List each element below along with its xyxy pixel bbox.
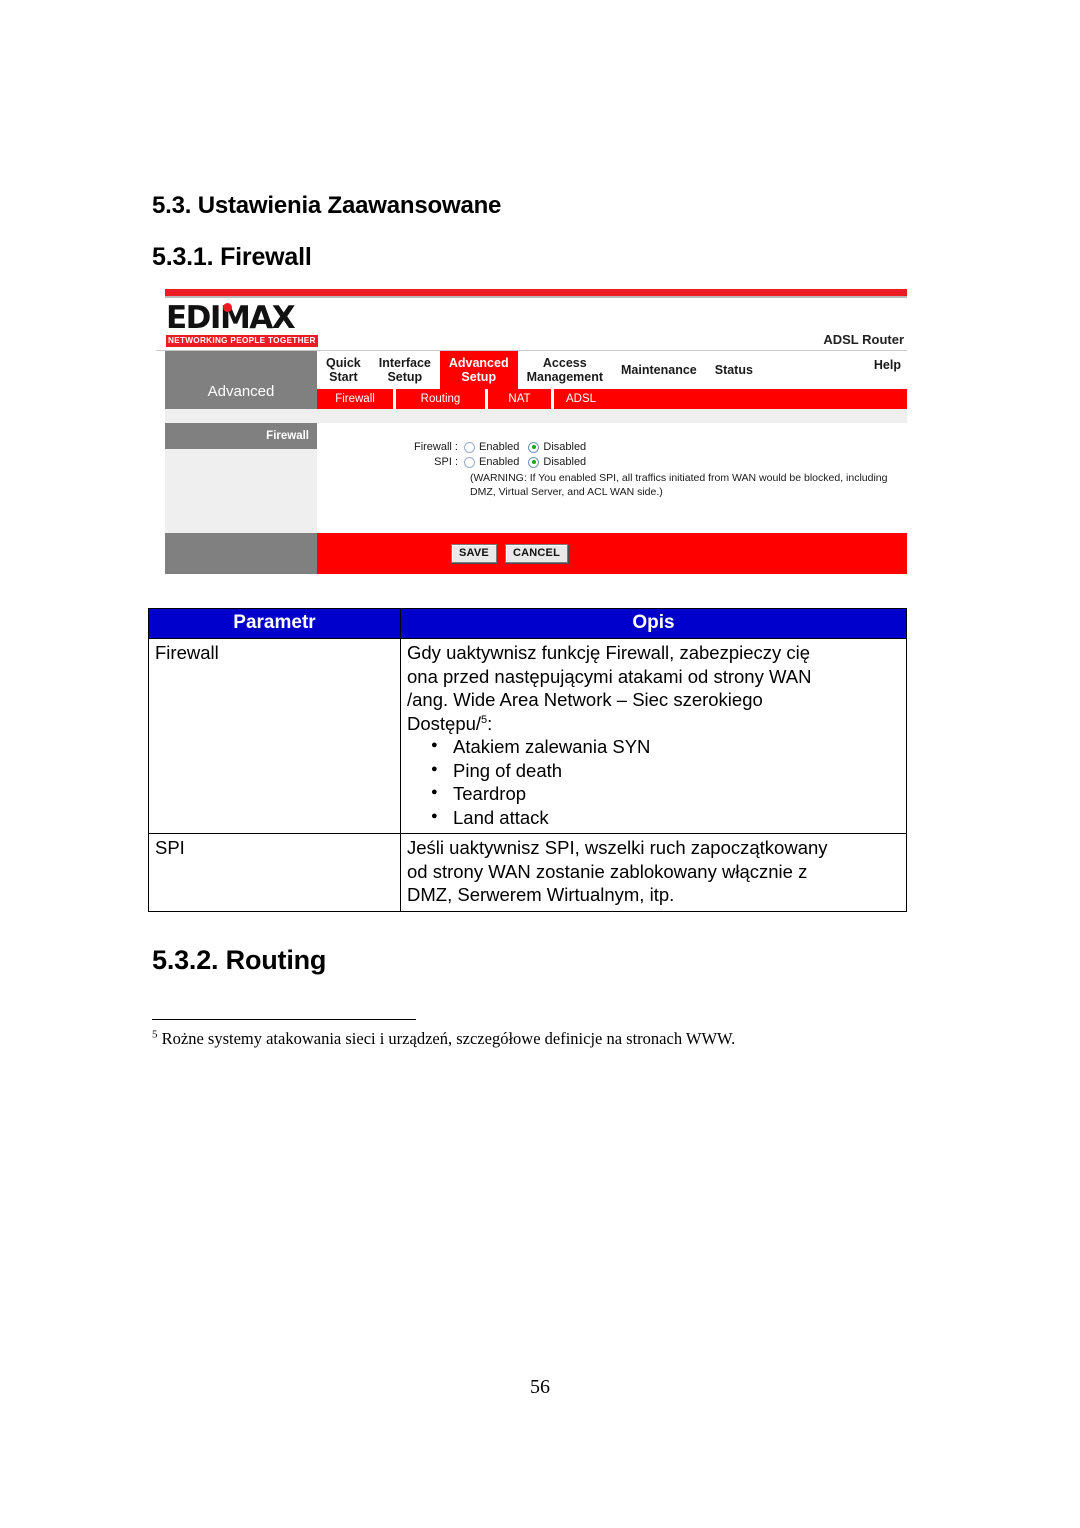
nav-tab-line2: Setup: [461, 370, 497, 384]
list-item: Atakiem zalewania SYN: [431, 734, 900, 759]
panel-footer: SAVE CANCEL: [156, 533, 907, 574]
column-header-opis: Opis: [400, 608, 907, 639]
cell-parameter-firewall: Firewall: [148, 638, 401, 834]
radio-label: Enabled: [479, 441, 520, 453]
desc-line: od strony WAN zostanie zablokowany włącz…: [407, 860, 808, 882]
subnav-item-routing[interactable]: Routing: [396, 389, 488, 409]
desc-line: DMZ, Serwerem Wirtualnym, itp.: [407, 884, 675, 905]
cancel-button[interactable]: CANCEL: [504, 544, 568, 563]
cell-parameter-spi: SPI: [148, 833, 401, 912]
cell-description-firewall: Gdy uaktywnisz funkcję Firewall, zabezpi…: [400, 638, 907, 834]
column-header-parametr: Parametr: [148, 608, 401, 639]
logo-tagline: NETWORKING PEOPLE TOGETHER: [166, 335, 318, 347]
firewall-form: Firewall : Enabled Disabled SPI: Enable…: [317, 423, 907, 499]
sidebar-section-title: Advanced: [165, 351, 317, 409]
radio-button-icon[interactable]: [464, 456, 475, 468]
attack-list: Atakiem zalewania SYN Ping of death Tear…: [407, 734, 900, 830]
settings-panel: Firewall Firewall : Enabled Disabled SPI…: [156, 423, 907, 533]
device-model-label: ADSL Router: [823, 332, 904, 347]
radio-button-selected-icon[interactable]: [528, 456, 540, 468]
subnav-item-nat[interactable]: NAT: [488, 389, 554, 409]
router-admin-screenshot: EDIMAX NETWORKING PEOPLE TOGETHER ADSL R…: [156, 289, 907, 578]
radio-label: Disabled: [543, 456, 587, 468]
nav-tab-line2: Setup: [387, 370, 423, 384]
label-firewall: Firewall :: [413, 441, 458, 453]
table-row: Firewall Gdy uaktywnisz funkcję Firewall…: [148, 638, 907, 834]
radio-label: Enabled: [479, 456, 520, 468]
subnav-item-adsl[interactable]: ADSL: [554, 389, 604, 409]
navigation-area: Advanced Quick Start Interface Setup Adv…: [156, 351, 907, 409]
desc-line: Jeśli uaktywnisz SPI, wszelki ruch zapoc…: [407, 837, 828, 858]
top-accent-bar: [165, 289, 907, 296]
footnote-text: Rożne systemy atakowania sieci i urządze…: [157, 1029, 736, 1048]
panel-footer-sidebar: [165, 533, 317, 574]
radio-spi-enabled[interactable]: Enabled: [464, 456, 519, 468]
desc-line: ona przed następującymi atakami od stron…: [407, 665, 812, 687]
footnote-separator: [152, 1019, 416, 1020]
radio-button-icon[interactable]: [464, 441, 475, 453]
desc-line-tail: :: [487, 712, 493, 734]
nav-tab-line1: Help: [873, 357, 901, 372]
radio-label: Disabled: [543, 441, 587, 453]
footnote: 5 Rożne systemy atakowania sieci i urząd…: [152, 1029, 735, 1049]
sub-nav: Firewall Routing NAT ADSL: [317, 389, 907, 409]
label-spi: SPI :: [434, 456, 458, 468]
nav-tab-line1: Status: [714, 363, 753, 377]
desc-line: /ang. Wide Area Network – Siec szerokieg…: [407, 689, 763, 710]
desc-line-with-footnote: Dostępu/5:: [407, 712, 900, 736]
nav-tab-access-management[interactable]: Access Management: [518, 351, 612, 389]
radio-firewall-enabled[interactable]: Enabled: [464, 441, 519, 453]
nav-tab-maintenance[interactable]: Maintenance: [612, 351, 706, 389]
radio-firewall-disabled[interactable]: Disabled: [528, 441, 586, 453]
table-header-row: Parametr Opis: [148, 608, 907, 639]
nav-tab-line1: Advanced: [448, 356, 509, 370]
parameter-description-table: Parametr Opis Firewall Gdy uaktywnisz fu…: [148, 608, 907, 912]
panel-sidebar: Firewall: [165, 423, 317, 533]
nav-tab-line1: Quick: [326, 356, 361, 370]
panel-sidebar-body: [165, 449, 317, 533]
list-item: Land attack: [431, 805, 900, 830]
nav-tab-interface-setup[interactable]: Interface Setup: [370, 351, 440, 389]
section-heading-firewall: 5.3.1. Firewall: [152, 243, 312, 271]
nav-tab-status[interactable]: Status: [706, 351, 762, 389]
list-item: Teardrop: [431, 781, 900, 806]
nav-tab-line1: Maintenance: [621, 363, 697, 377]
panel-content: Firewall : Enabled Disabled SPI: Enable…: [317, 423, 907, 533]
router-bottom-edge: [165, 574, 907, 578]
nav-tab-line1: Interface: [378, 356, 431, 370]
desc-line: Gdy uaktywnisz funkcję Firewall, zabezpi…: [407, 642, 811, 663]
list-item: Ping of death: [431, 758, 900, 783]
edimax-logo: EDIMAX NETWORKING PEOPLE TOGETHER: [166, 302, 354, 348]
cell-description-spi: Jeśli uaktywnisz SPI, wszelki ruch zapoc…: [400, 833, 907, 912]
form-row-spi: SPI : Enabled Disabled: [317, 456, 907, 468]
spi-warning-text: (WARNING: If You enabled SPI, all traffi…: [470, 472, 888, 498]
nav-tab-help[interactable]: Help: [762, 351, 907, 389]
nav-tab-line1: Access: [542, 356, 587, 370]
main-nav: Quick Start Interface Setup Advanced Set…: [317, 351, 907, 389]
page-number: 56: [530, 1376, 550, 1398]
logo-dot-icon: [223, 303, 232, 312]
nav-tab-line2: Start: [329, 370, 358, 384]
radio-group-spi: Enabled Disabled: [464, 456, 586, 468]
save-button[interactable]: SAVE: [451, 544, 497, 563]
table-row: SPI Jeśli uaktywnisz SPI, wszelki ruch z…: [148, 833, 907, 912]
document-page: 5.3. Ustawienia Zaawansowane 5.3.1. Fire…: [0, 0, 1080, 1528]
radio-spi-disabled[interactable]: Disabled: [528, 456, 586, 468]
form-row-firewall: Firewall : Enabled Disabled: [317, 441, 907, 453]
brand-header: EDIMAX NETWORKING PEOPLE TOGETHER ADSL R…: [156, 298, 907, 351]
radio-group-firewall: Enabled Disabled: [464, 441, 586, 453]
nav-tab-line2: Management: [526, 370, 604, 384]
nav-tab-advanced-setup[interactable]: Advanced Setup: [439, 351, 518, 389]
panel-section-label: Firewall: [165, 423, 317, 449]
section-heading-routing: 5.3.2. Routing: [152, 945, 327, 975]
subnav-item-firewall[interactable]: Firewall: [317, 389, 396, 409]
radio-button-selected-icon[interactable]: [528, 441, 540, 453]
panel-top-spacer: [165, 409, 907, 423]
page-title: 5.3. Ustawienia Zaawansowane: [152, 192, 502, 219]
desc-line-text: Dostępu/: [407, 712, 482, 734]
nav-tab-quick-start[interactable]: Quick Start: [317, 351, 370, 389]
panel-footer-actions: SAVE CANCEL: [317, 533, 907, 574]
